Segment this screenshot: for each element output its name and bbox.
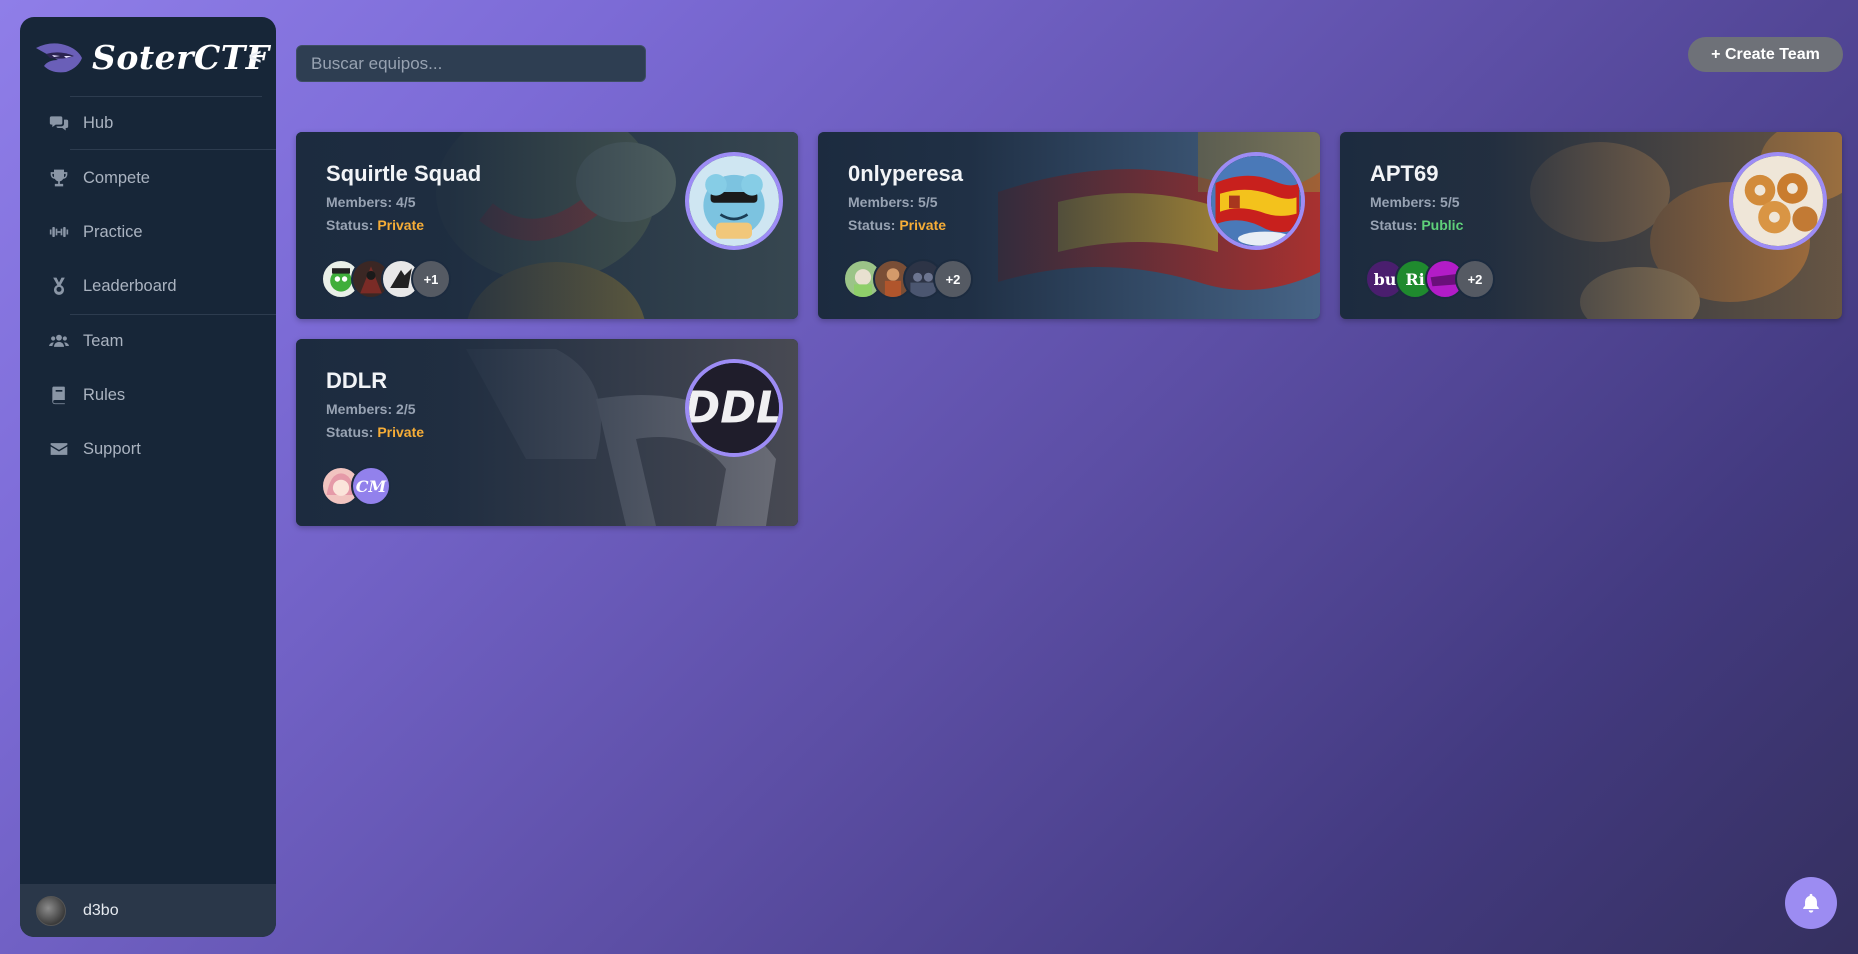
more-members-badge[interactable]: +2 [1455,259,1495,299]
trophy-icon [48,167,70,189]
sidebar-item-support[interactable]: Support [20,429,276,469]
sidebar-item-rules[interactable]: Rules [20,375,276,415]
team-members: Members: 2/5 [326,401,416,417]
team-status: Status: Private [326,424,425,440]
team-name: DDLR [326,368,388,393]
bell-icon [1803,893,1819,913]
avatar [36,895,66,926]
more-members-badge[interactable]: +1 [411,259,451,299]
users-icon [48,330,70,352]
search-input[interactable] [296,45,646,82]
create-team-button[interactable]: + Create Team [1688,37,1843,72]
sidebar-item-label: Team [83,331,124,350]
notifications-button[interactable] [1785,877,1837,929]
member-avatars: +2 [843,259,973,299]
team-status: Status: Private [848,217,947,233]
sidebar-item-label: Compete [83,168,150,187]
ninja-logo-icon [36,43,82,73]
team-logo-text: DDL [689,383,779,433]
team-name: APT69 [1370,161,1439,186]
divider [70,314,276,315]
sidebar-item-hub[interactable]: Hub [20,103,276,143]
status-badge: Private [899,217,947,233]
team-members: Members: 5/5 [848,194,938,210]
member-avatars: CM [321,466,391,506]
comments-icon [48,112,70,134]
sidebar-item-leaderboard[interactable]: Leaderboard [20,266,276,306]
member-avatars: bu Ri +2 [1365,259,1495,299]
team-logo [685,152,783,250]
team-logo: DDL [685,359,783,457]
collapse-sidebar-button[interactable]: < [244,45,266,69]
sidebar-item-label: Practice [83,222,143,241]
sidebar-item-label: Hub [83,113,114,132]
username: d3bo [83,901,119,919]
envelope-icon [48,438,70,460]
team-status: Status: Public [1370,217,1464,233]
sidebar: SoterCTF < Hub Compete Practice Leaderbo… [20,17,276,937]
team-card[interactable]: Squirtle Squad Members: 4/5 Status: Priv… [296,132,798,319]
team-logo [1729,152,1827,250]
status-badge: Private [377,424,425,440]
sidebar-item-compete[interactable]: Compete [20,158,276,198]
more-members-badge[interactable]: +2 [933,259,973,299]
team-logo [1207,152,1305,250]
sidebar-item-practice[interactable]: Practice [20,212,276,252]
team-card[interactable]: 0nlyperesa Members: 5/5 Status: Private … [818,132,1320,319]
team-name: Squirtle Squad [326,161,482,186]
sidebar-item-label: Leaderboard [83,276,177,295]
divider [70,96,262,97]
status-badge: Private [377,217,425,233]
team-members: Members: 4/5 [326,194,416,210]
medal-icon [48,275,70,297]
sidebar-item-team[interactable]: Team [20,321,276,361]
dumbbell-icon [48,221,70,243]
team-members: Members: 5/5 [1370,194,1460,210]
avatar[interactable]: CM [351,466,391,506]
brand[interactable]: SoterCTF [34,37,270,77]
member-avatars: +1 [321,259,451,299]
team-name: 0nlyperesa [848,161,963,186]
user-profile[interactable]: d3bo [20,884,276,937]
team-card[interactable]: DDLR Members: 2/5 Status: Private DDL CM [296,339,798,526]
sidebar-item-label: Support [83,439,141,458]
book-icon [48,384,70,406]
status-badge: Public [1421,217,1464,233]
team-card[interactable]: APT69 Members: 5/5 Status: Public bu Ri … [1340,132,1842,319]
sidebar-item-label: Rules [83,385,126,404]
divider [70,149,276,150]
team-status: Status: Private [326,217,425,233]
